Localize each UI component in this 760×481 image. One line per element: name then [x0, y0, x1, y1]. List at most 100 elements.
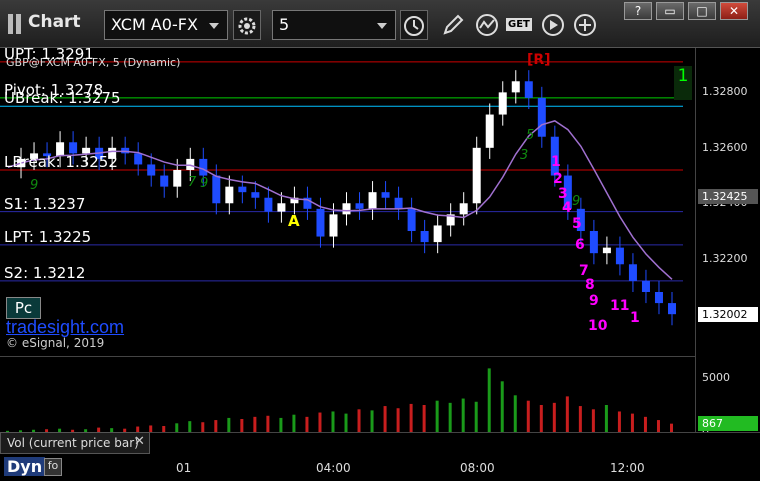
dyn-button[interactable]: Dyn — [4, 457, 46, 476]
copyright: © eSignal, 2019 — [6, 336, 105, 350]
candle-body — [433, 225, 442, 243]
get-button[interactable]: GET — [506, 12, 534, 38]
candle-body — [225, 186, 234, 204]
sequence-2: 2 — [553, 171, 563, 187]
time-tick-label: 12:00 — [610, 461, 645, 475]
candle-body — [654, 292, 663, 304]
time-button[interactable] — [400, 10, 428, 40]
volume-bar — [617, 411, 621, 432]
r-marker: [R] — [527, 52, 551, 68]
candle-body — [472, 147, 481, 204]
close-icon[interactable]: ✕ — [134, 434, 145, 449]
setup-count: 7 — [188, 175, 197, 190]
restore-button[interactable]: ▭ — [656, 2, 684, 20]
volume-bar — [578, 406, 582, 432]
tradesight-marker: A — [288, 212, 300, 230]
volume-bar — [331, 411, 335, 432]
candle-body — [212, 175, 221, 204]
volume-bar — [526, 400, 530, 432]
ma-value-tag: 1.32425 — [698, 189, 758, 205]
volume-bar — [266, 415, 270, 432]
volume-bar — [292, 414, 296, 432]
volume-bar — [227, 417, 231, 432]
help-button[interactable]: ? — [624, 2, 652, 20]
candle-body — [121, 147, 130, 154]
close-button[interactable]: ✕ — [720, 2, 748, 20]
volume-bar — [253, 416, 257, 432]
volume-bar — [396, 408, 400, 432]
settings-button[interactable] — [233, 10, 261, 40]
candle-body — [511, 81, 520, 93]
interval-value: 5 — [279, 15, 290, 34]
volume-bar — [344, 413, 348, 432]
toolbar: Chart XCM A0-FX 5 GET ? ▭ □ ✕ — [0, 0, 760, 48]
sequence-4: 4 — [562, 200, 572, 216]
volume-bar — [656, 420, 660, 432]
count-badge: 1 — [674, 66, 692, 100]
chevron-down-icon[interactable] — [377, 23, 387, 29]
candle-body — [537, 97, 546, 137]
volume-bar — [604, 405, 608, 432]
sequence-11: 11 — [610, 298, 630, 314]
sequence-8: 8 — [585, 277, 595, 293]
time-tick-label: 01 — [176, 461, 192, 475]
volume-bar — [240, 419, 244, 432]
add-icon[interactable] — [572, 12, 598, 38]
volume-bar — [214, 420, 218, 432]
volume-bar — [461, 398, 465, 432]
chevron-down-icon[interactable] — [209, 23, 219, 29]
volume-bar — [422, 405, 426, 432]
volume-chart[interactable] — [0, 356, 695, 432]
price-axis[interactable]: 1.328001.326001.324001.322001.320001.324… — [695, 48, 760, 438]
candle-body — [589, 231, 598, 254]
last-volume-tag: 867 — [698, 415, 758, 431]
volume-bar — [552, 402, 556, 432]
time-tick-label: 08:00 — [460, 461, 495, 475]
level-label-upt: UPT: 1.3291 — [4, 48, 94, 63]
gear-icon — [238, 17, 256, 35]
sequence-6: 6 — [575, 237, 585, 253]
symbol-value: XCM A0-FX — [111, 15, 198, 34]
price-tick-label: 1.32200 — [702, 251, 748, 265]
candle-body — [524, 81, 533, 98]
volume-tick-label: 5000 — [702, 371, 730, 385]
volume-bar — [383, 406, 387, 432]
volume-bar — [565, 396, 569, 432]
candle-body — [459, 203, 468, 215]
candle-body — [186, 158, 195, 170]
candle-body — [251, 192, 260, 198]
volume-study-label[interactable]: Vol (current price bar) — [0, 432, 150, 454]
candle-body — [329, 214, 338, 237]
candle-body — [485, 114, 494, 148]
candle-body — [368, 192, 377, 209]
pc-badge[interactable]: Pc — [6, 297, 41, 319]
level-label-lpt: LPT: 1.3225 — [4, 227, 92, 246]
volume-bar — [409, 403, 413, 432]
play-icon[interactable] — [540, 12, 566, 38]
setup-count: 9 — [572, 194, 581, 209]
volume-bar — [448, 402, 452, 432]
maximize-button[interactable]: □ — [688, 2, 716, 20]
get-label: GET — [506, 18, 532, 31]
last-price-tag: 1.32002 — [698, 306, 758, 322]
price-chart[interactable]: GBP@FXCM A0-FX, 5 (Dynamic) UPT: 1.3291 P… — [0, 48, 695, 353]
candle-body — [316, 208, 325, 237]
study-icon[interactable] — [474, 12, 500, 38]
app-title: Chart — [28, 12, 81, 32]
fx-icon[interactable]: fo — [44, 458, 62, 476]
volume-bar — [370, 410, 374, 432]
volume-bar — [500, 381, 504, 432]
volume-bar — [670, 423, 673, 432]
price-tick-label: 1.32600 — [702, 140, 748, 154]
sequence-9: 9 — [589, 293, 599, 309]
candle-body — [498, 92, 507, 115]
symbol-input[interactable]: XCM A0-FX — [104, 10, 228, 40]
candle-body — [641, 280, 650, 292]
pencil-icon[interactable] — [440, 12, 466, 38]
candle-body — [394, 197, 403, 209]
candle-body — [277, 203, 286, 212]
interval-input[interactable]: 5 — [272, 10, 396, 40]
volume-bar — [630, 413, 634, 432]
candle-body — [628, 264, 637, 281]
candle-body — [134, 153, 143, 165]
